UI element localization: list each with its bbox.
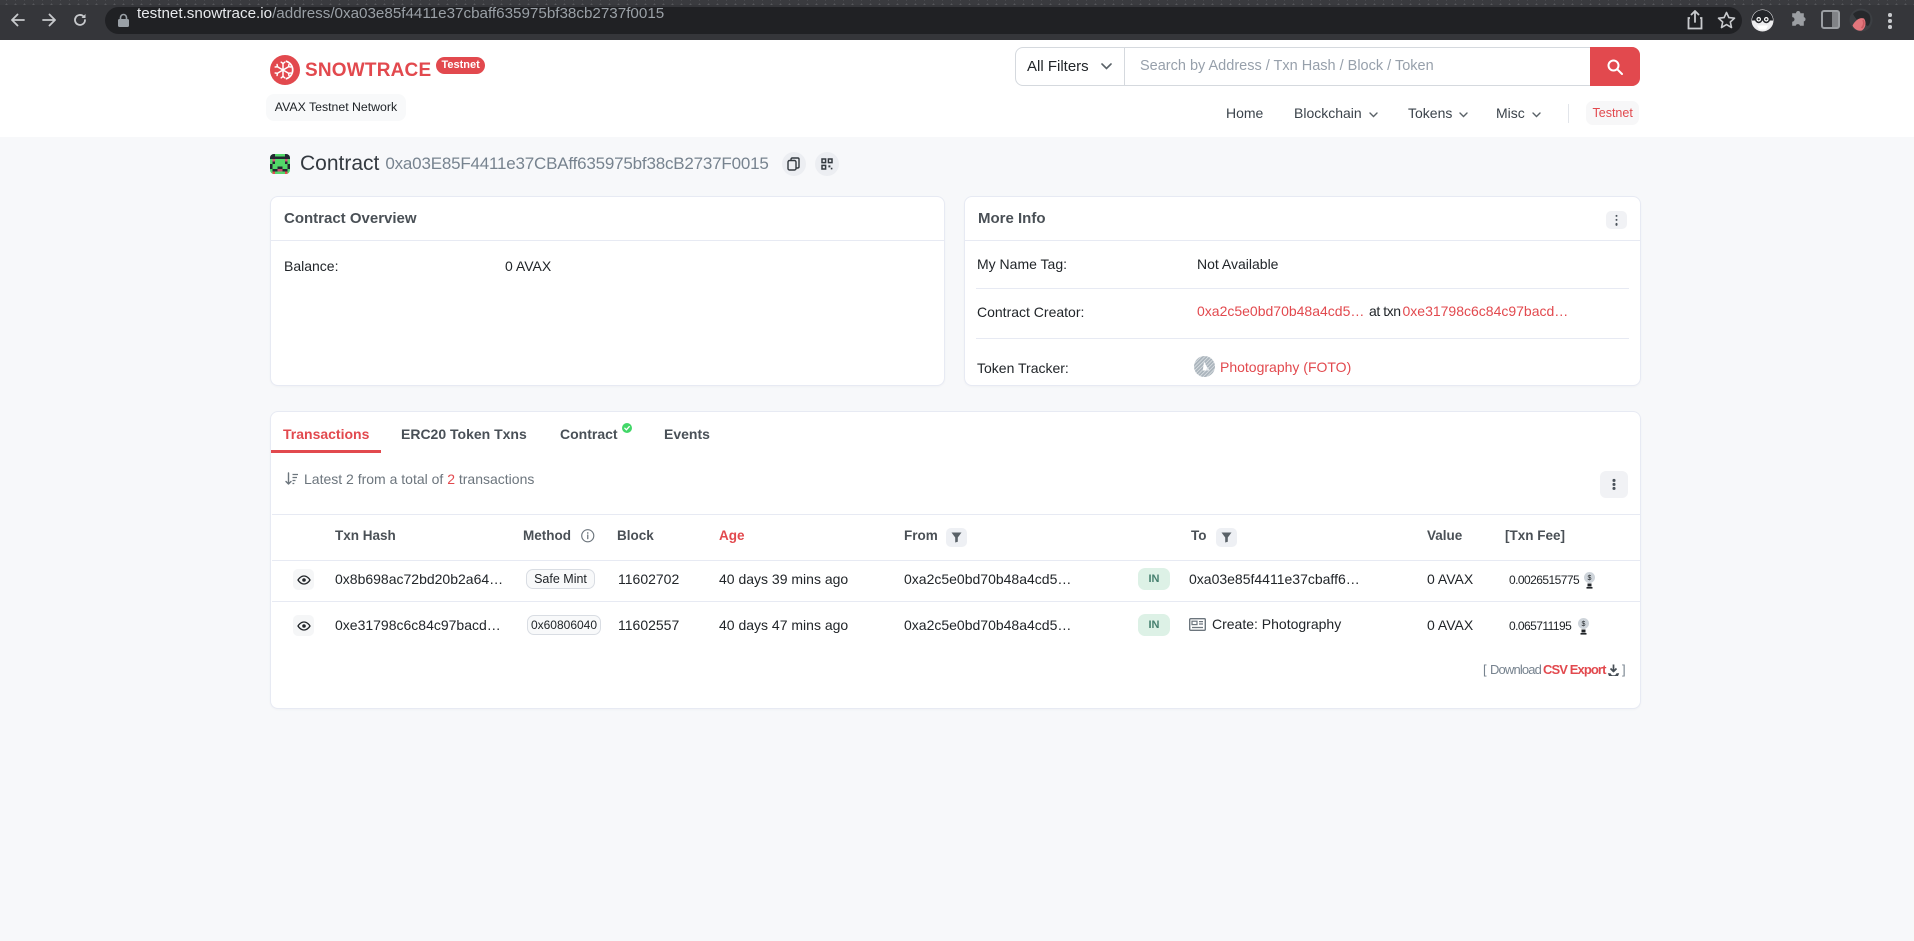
svg-text:$: $	[1582, 621, 1586, 628]
svg-text:$: $	[1588, 575, 1592, 582]
